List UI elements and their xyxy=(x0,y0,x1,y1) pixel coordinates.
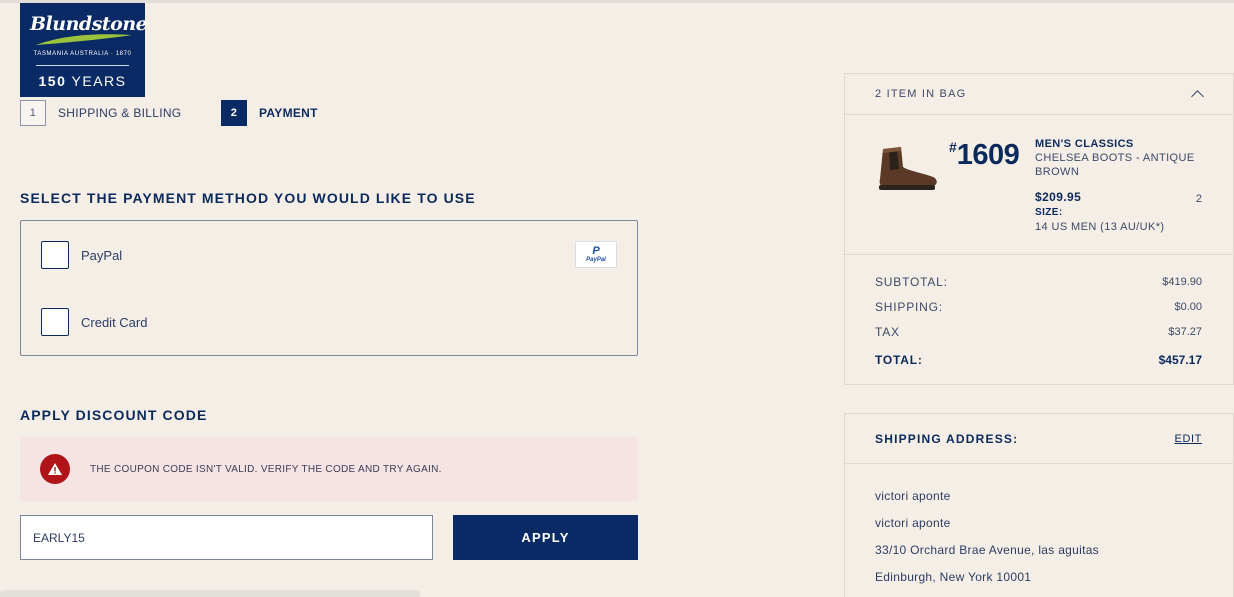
total-value: $457.17 xyxy=(1158,352,1202,367)
address-line: victori aponte xyxy=(875,516,951,530)
item-quantity: 2 xyxy=(1195,193,1202,205)
payment-option-paypal[interactable]: PayPal xyxy=(41,241,122,269)
tax-value: $37.27 xyxy=(1168,325,1202,338)
order-summary: 2 ITEM IN BAG #1609 MEN'S CLASSICS CHELS… xyxy=(844,73,1234,385)
bag-count: 2 ITEM IN BAG xyxy=(875,88,967,100)
brand-wordmark: Blundstone xyxy=(30,13,148,35)
shipping-label: SHIPPING: xyxy=(875,299,943,314)
shipping-address-card: SHIPPING ADDRESS: EDIT victori aponte vi… xyxy=(844,413,1234,597)
total-label: TOTAL: xyxy=(875,352,923,367)
payment-option-label: Credit Card xyxy=(81,314,148,330)
paypal-wordmark: PayPal xyxy=(586,256,606,263)
logo-divider xyxy=(36,65,129,66)
discount-title: APPLY DISCOUNT CODE xyxy=(20,407,208,423)
step-number: 2 xyxy=(221,100,247,126)
subtotal-label: SUBTOTAL: xyxy=(875,274,948,289)
brand-swoosh-icon xyxy=(36,34,132,45)
step-shipping-billing[interactable]: 1 SHIPPING & BILLING xyxy=(20,100,181,126)
item-size-label: SIZE: xyxy=(1035,207,1063,218)
brand-anniversary: 150 YEARS xyxy=(20,73,145,89)
item-description: CHELSEA BOOTS - ANTIQUE BROWN xyxy=(1035,152,1195,178)
brand-logo[interactable]: Blundstone TASMANIA AUSTRALIA · 1870 150… xyxy=(20,3,148,97)
paypal-checkbox[interactable] xyxy=(41,241,69,269)
apply-coupon-button[interactable]: APPLY xyxy=(453,515,638,560)
step-label: PAYMENT xyxy=(259,106,318,120)
item-size-value: 14 US MEN (13 AU/UK*) xyxy=(1035,221,1165,233)
order-totals: SUBTOTAL: $419.90 SHIPPING: $0.00 TAX $3… xyxy=(845,255,1233,372)
payment-method-box: PayPal P PayPal Credit Card xyxy=(20,220,638,356)
brand-tagline: TASMANIA AUSTRALIA · 1870 xyxy=(33,51,132,57)
item-details: MEN'S CLASSICS CHELSEA BOOTS - ANTIQUE B… xyxy=(1035,137,1205,234)
edit-address-link[interactable]: EDIT xyxy=(1175,433,1202,445)
item-price: $209.95 xyxy=(1035,190,1082,204)
tax-row: TAX $37.27 xyxy=(875,319,1202,344)
subtotal-value: $419.90 xyxy=(1162,275,1202,288)
model-number: #1609 xyxy=(949,139,1020,172)
address-line: Edinburgh, New York 10001 xyxy=(875,570,1032,584)
model-hash: # xyxy=(949,139,957,155)
payment-option-label: PayPal xyxy=(81,247,123,263)
item-name: MEN'S CLASSICS xyxy=(1035,138,1134,150)
shipping-row: SHIPPING: $0.00 xyxy=(875,294,1202,319)
top-divider xyxy=(0,0,1234,3)
step-number: 1 xyxy=(20,100,46,126)
tax-label: TAX xyxy=(875,324,900,339)
shipping-address-header: SHIPPING ADDRESS: EDIT xyxy=(845,414,1233,464)
paypal-icon: P PayPal xyxy=(575,241,617,268)
address-line: 33/10 Orchard Brae Avenue, las aguitas xyxy=(875,543,1099,557)
model-num: 1609 xyxy=(956,139,1020,171)
step-label: SHIPPING & BILLING xyxy=(58,106,182,120)
boot-image xyxy=(879,147,937,190)
error-text: THE COUPON CODE ISN'T VALID. VERIFY THE … xyxy=(90,463,442,475)
warning-icon xyxy=(40,454,70,484)
coupon-code-input[interactable] xyxy=(20,515,433,560)
shipping-address-title: SHIPPING ADDRESS: xyxy=(875,431,1019,446)
payment-method-title: SELECT THE PAYMENT METHOD YOU WOULD LIKE… xyxy=(20,190,476,206)
payment-option-credit-card[interactable]: Credit Card xyxy=(41,308,147,336)
bag-item: #1609 MEN'S CLASSICS CHELSEA BOOTS - ANT… xyxy=(845,115,1233,255)
credit-card-checkbox[interactable] xyxy=(41,308,69,336)
total-row: TOTAL: $457.17 xyxy=(875,347,1202,372)
bag-header[interactable]: 2 ITEM IN BAG xyxy=(845,74,1233,115)
paypal-p-mark: P xyxy=(592,244,600,257)
shipping-value: $0.00 xyxy=(1174,300,1202,313)
address-line: victori aponte xyxy=(875,489,951,503)
step-payment: 2 PAYMENT xyxy=(221,100,318,126)
years-number: 150 xyxy=(38,73,67,89)
shipping-address-lines: victori aponte victori aponte 33/10 Orch… xyxy=(845,464,1233,597)
coupon-error-message: THE COUPON CODE ISN'T VALID. VERIFY THE … xyxy=(20,437,638,501)
years-word: YEARS xyxy=(71,73,127,89)
subtotal-row: SUBTOTAL: $419.90 xyxy=(875,269,1202,294)
chevron-up-icon[interactable] xyxy=(1191,89,1204,103)
bottom-scroll-bar xyxy=(0,590,420,597)
